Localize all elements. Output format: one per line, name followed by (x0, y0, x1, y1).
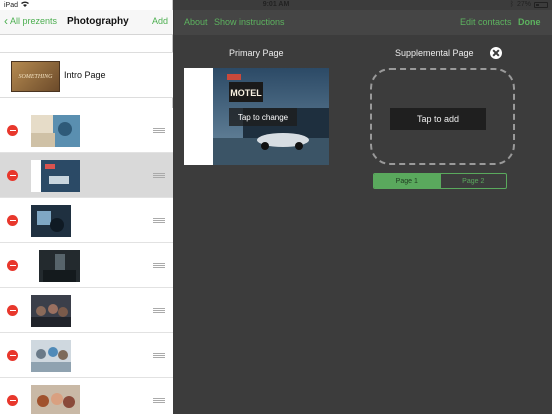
back-label: All prezents (10, 16, 58, 26)
drag-handle-icon[interactable] (153, 128, 165, 133)
about-link[interactable]: About (184, 17, 208, 27)
list-item[interactable] (0, 243, 173, 288)
show-instructions-link[interactable]: Show instructions (214, 17, 285, 27)
status-bar: iPad 9:01 AM ᛒ 27% (0, 0, 552, 10)
photo-thumbnail (31, 385, 80, 414)
battery-icon (534, 1, 548, 8)
drag-handle-icon[interactable] (153, 173, 165, 178)
tab-page-1[interactable]: Page 1 (374, 174, 440, 188)
supplemental-drop-zone[interactable]: Tap to add (370, 68, 515, 165)
add-button[interactable]: Add (152, 16, 168, 26)
photo-thumbnail (31, 340, 71, 372)
photo-thumbnail (39, 250, 80, 282)
tap-to-change-button[interactable]: Tap to change (229, 108, 297, 126)
close-icon[interactable] (490, 47, 502, 59)
drag-handle-icon[interactable] (153, 263, 165, 268)
page-segmented-control: Page 1 Page 2 (373, 173, 507, 189)
photo-thumbnail (31, 115, 80, 147)
status-time: 9:01 AM (262, 1, 290, 8)
drag-handle-icon[interactable] (153, 308, 165, 313)
primary-page-label: Primary Page (229, 48, 284, 58)
drag-handle-icon[interactable] (153, 218, 165, 223)
delete-icon[interactable] (7, 170, 18, 181)
page-editor-panel: About Show instructions Edit contacts Do… (174, 0, 552, 414)
bluetooth-icon: ᛒ (509, 1, 514, 8)
drag-handle-icon[interactable] (153, 353, 165, 358)
intro-page-row[interactable]: SOMETHING Intro Page (0, 52, 173, 98)
delete-icon[interactable] (7, 350, 18, 361)
delete-icon[interactable] (7, 260, 18, 271)
photo-list (0, 108, 173, 414)
right-nav-bar: About Show instructions Edit contacts Do… (174, 10, 552, 35)
list-item[interactable] (0, 198, 173, 243)
tap-to-add-button[interactable]: Tap to add (390, 108, 486, 130)
prezent-pages-panel: ‹ All prezents Photography Add SOMETHING… (0, 0, 173, 414)
delete-icon[interactable] (7, 215, 18, 226)
supplemental-page-label: Supplemental Page (395, 48, 474, 58)
chevron-left-icon: ‹ (4, 13, 8, 28)
motel-sign-text: MOTEL (230, 88, 262, 98)
intro-page-label: Intro Page (64, 70, 106, 80)
list-item[interactable] (0, 108, 173, 153)
list-item[interactable] (0, 153, 173, 198)
delete-icon[interactable] (7, 305, 18, 316)
done-button[interactable]: Done (518, 17, 541, 27)
status-right: ᛒ 27% (510, 1, 548, 8)
edit-contacts-link[interactable]: Edit contacts (460, 17, 512, 27)
list-item[interactable] (0, 288, 173, 333)
delete-icon[interactable] (7, 395, 18, 406)
back-button[interactable]: ‹ All prezents (4, 13, 58, 28)
battery-percent: 27% (516, 1, 531, 8)
list-item[interactable] (0, 333, 173, 378)
primary-page-image[interactable]: MOTEL Tap to change (184, 68, 329, 165)
photo-thumbnail (31, 205, 71, 237)
photo-thumbnail (31, 295, 71, 327)
tab-page-2[interactable]: Page 2 (439, 174, 507, 188)
page-title: Photography (67, 16, 129, 27)
delete-icon[interactable] (7, 125, 18, 136)
list-item[interactable] (0, 378, 173, 414)
intro-thumb-text: SOMETHING (18, 73, 53, 80)
left-nav-bar: ‹ All prezents Photography Add (0, 10, 173, 35)
intro-thumbnail: SOMETHING (11, 61, 60, 92)
photo-thumbnail (31, 160, 80, 192)
drag-handle-icon[interactable] (153, 398, 165, 403)
